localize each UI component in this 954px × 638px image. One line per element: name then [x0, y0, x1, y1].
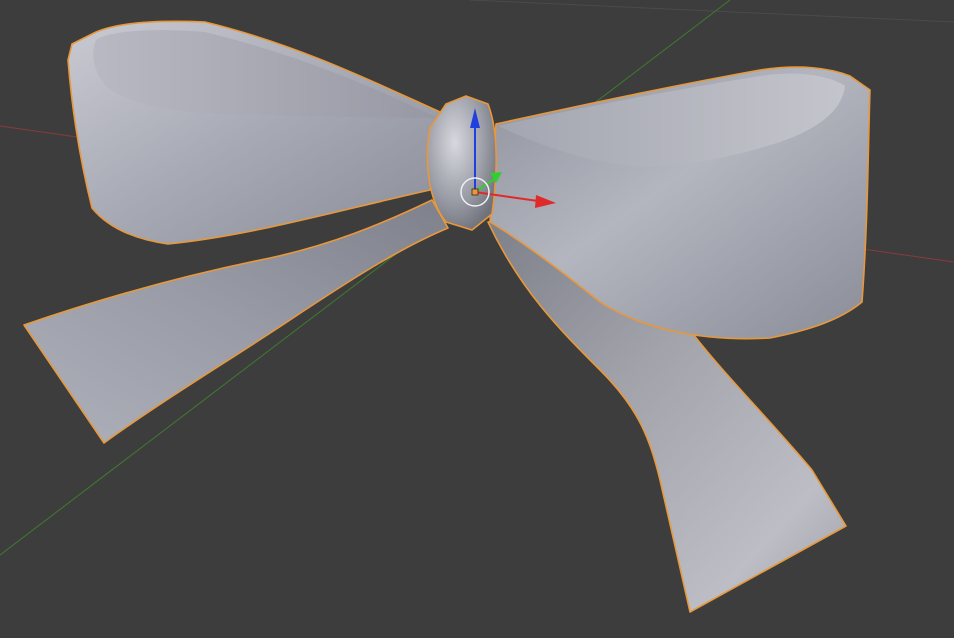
bow-knot — [426, 95, 497, 231]
viewport-canvas[interactable] — [0, 0, 954, 638]
object-origin-icon — [471, 188, 479, 196]
3d-viewport[interactable] — [0, 0, 954, 638]
